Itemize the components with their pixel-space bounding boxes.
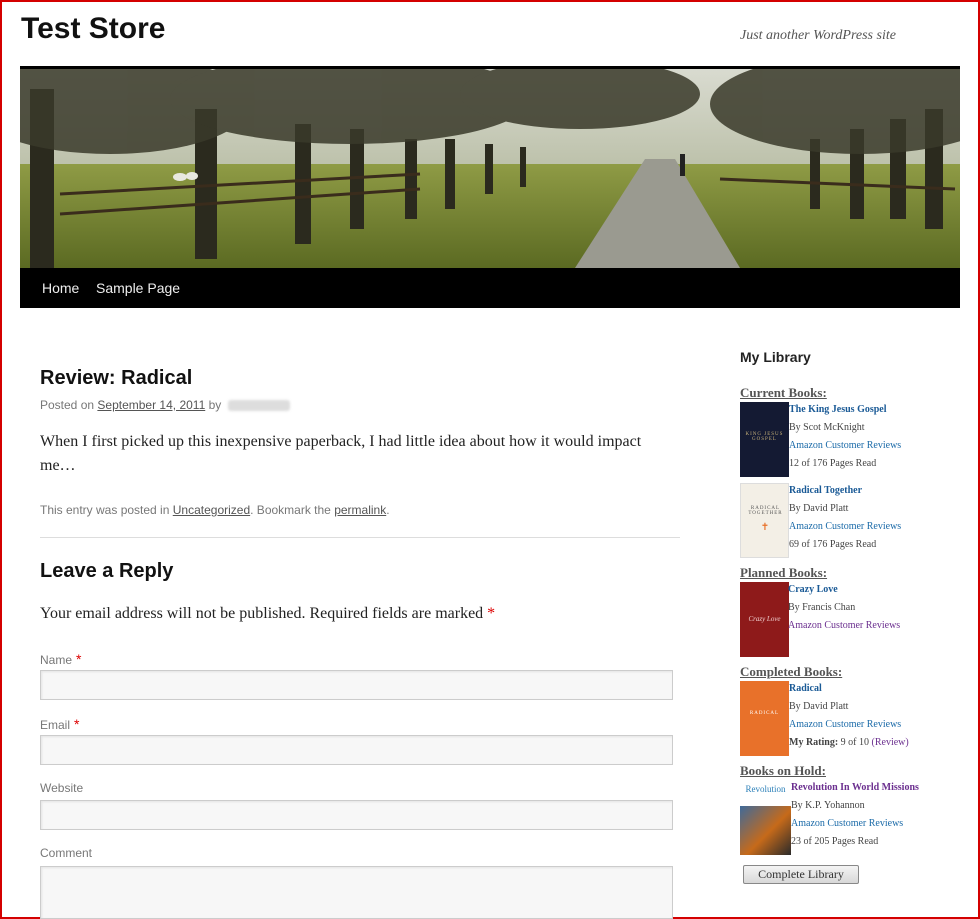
post-meta: Posted on September 14, 2011 by (40, 398, 290, 412)
book-cover-text: KING JESUS GOSPEL (745, 432, 784, 442)
book-cover-text: Crazy Love (748, 615, 781, 623)
shelf-heading-current[interactable]: Current Books: (740, 385, 827, 401)
shelf-heading-on-hold[interactable]: Books on Hold: (740, 763, 826, 779)
permalink-link[interactable]: permalink (334, 503, 386, 517)
book-title-link[interactable]: Revolution In World Missions (791, 779, 919, 797)
book-cover-text: RADICAL TOGETHER (748, 506, 783, 516)
book-details: Radical Together By David Platt Amazon C… (789, 482, 901, 554)
name-required-asterisk: * (76, 651, 82, 667)
pages-read-progress: 12 of 176 Pages Read (789, 458, 877, 469)
book-item: KING JESUS GOSPEL The King Jesus Gospel … (740, 402, 955, 477)
pages-read-progress: 69 of 176 Pages Read (789, 539, 877, 550)
shelf-heading-planned[interactable]: Planned Books: (740, 565, 827, 581)
book-title-link[interactable]: Crazy Love (788, 581, 900, 599)
book-cover-text: RADICAL (749, 711, 780, 716)
category-link[interactable]: Uncategorized (173, 503, 250, 517)
book-author: By Francis Chan (788, 602, 856, 613)
amazon-reviews-link[interactable]: Amazon Customer Reviews (791, 815, 919, 833)
email-required-asterisk: * (74, 716, 80, 732)
library-widget-title: My Library (740, 349, 811, 365)
pages-read-progress: 23 of 205 Pages Read (791, 836, 879, 847)
amazon-reviews-link[interactable]: Amazon Customer Reviews (789, 437, 901, 455)
post-title[interactable]: Review: Radical (40, 367, 192, 390)
comment-label-text: Comment (40, 846, 93, 860)
book-item: RADICAL TOGETHER ✝ Radical Together By D… (740, 483, 955, 558)
book-item: Crazy Love Crazy Love By Francis Chan Am… (740, 582, 955, 657)
book-item: RADICAL Radical By David Platt Amazon Cu… (740, 681, 955, 756)
book-cover-image[interactable]: RADICAL (740, 681, 789, 756)
book-author: By K.P. Yohannon (791, 800, 865, 811)
cover-photo (740, 806, 791, 855)
book-author: By Scot McKnight (789, 422, 865, 433)
name-input[interactable] (40, 670, 673, 700)
footer-posted-in: This entry was posted in (40, 503, 170, 517)
book-cover-text: Revolution (745, 784, 786, 794)
rating-value: 9 of 10 (840, 737, 870, 748)
required-asterisk: * (487, 605, 496, 622)
reply-heading: Leave a Reply (40, 560, 174, 582)
header-banner-image (20, 66, 960, 268)
posted-on-label: Posted on (40, 398, 95, 412)
site-title[interactable]: Test Store (21, 12, 165, 46)
website-input[interactable] (40, 800, 673, 830)
book-title-link[interactable]: Radical Together (789, 482, 901, 500)
comment-notes-text: Your email address will not be published… (40, 605, 484, 622)
book-title-link[interactable]: The King Jesus Gospel (789, 401, 901, 419)
book-cover-image[interactable]: RADICAL TOGETHER ✝ (740, 483, 789, 558)
name-label: Name * (40, 651, 81, 667)
amazon-reviews-link[interactable]: Amazon Customer Reviews (789, 518, 901, 536)
footer-bookmark-text: . Bookmark the (250, 503, 331, 517)
post-date-link[interactable]: September 14, 2011 (97, 398, 205, 412)
book-title-link[interactable]: Radical (789, 680, 909, 698)
shelf-heading-completed[interactable]: Completed Books: (740, 664, 842, 680)
amazon-reviews-link[interactable]: Amazon Customer Reviews (788, 617, 900, 635)
post-footer: This entry was posted in Uncategorized. … (40, 503, 390, 517)
by-label: by (208, 398, 222, 412)
main-navigation: Home Sample Page (20, 268, 960, 308)
book-item: Revolution Revolution In World Missions … (740, 780, 955, 855)
amazon-reviews-link[interactable]: Amazon Customer Reviews (789, 716, 909, 734)
name-label-text: Name (40, 653, 73, 667)
book-cover-image[interactable]: Crazy Love (740, 582, 789, 657)
review-link[interactable]: (Review) (872, 737, 909, 748)
book-author: By David Platt (789, 701, 849, 712)
content-divider (40, 537, 680, 538)
book-cover-image[interactable]: Revolution (740, 780, 791, 855)
nav-home-link[interactable]: Home (42, 280, 79, 296)
footer-period: . (386, 503, 390, 517)
nav-sample-page-link[interactable]: Sample Page (96, 280, 180, 296)
book-cover-image[interactable]: KING JESUS GOSPEL (740, 402, 789, 477)
email-label: Email * (40, 716, 79, 732)
complete-library-button[interactable]: Complete Library (743, 865, 859, 884)
book-details: Revolution In World Missions By K.P. Yoh… (791, 779, 919, 851)
email-input[interactable] (40, 735, 673, 765)
site-tagline: Just another WordPress site (740, 28, 896, 43)
book-author: By David Platt (789, 503, 849, 514)
post-excerpt: When I first picked up this inexpensive … (40, 433, 642, 474)
blurred-author-link[interactable] (227, 400, 290, 412)
website-label-text: Website (40, 781, 84, 795)
website-label: Website (40, 781, 83, 795)
comment-textarea[interactable] (40, 866, 673, 919)
book-details: The King Jesus Gospel By Scot McKnight A… (789, 401, 901, 473)
comment-label: Comment (40, 846, 92, 860)
book-details: Crazy Love By Francis Chan Amazon Custom… (788, 581, 900, 635)
email-label-text: Email (40, 718, 71, 732)
rating-label: My Rating: (789, 737, 839, 748)
my-rating: My Rating: 9 of 10 (Review) (789, 734, 909, 752)
cross-icon: ✝ (760, 522, 771, 533)
comment-notes: Your email address will not be published… (40, 605, 495, 623)
book-details: Radical By David Platt Amazon Customer R… (789, 680, 909, 752)
